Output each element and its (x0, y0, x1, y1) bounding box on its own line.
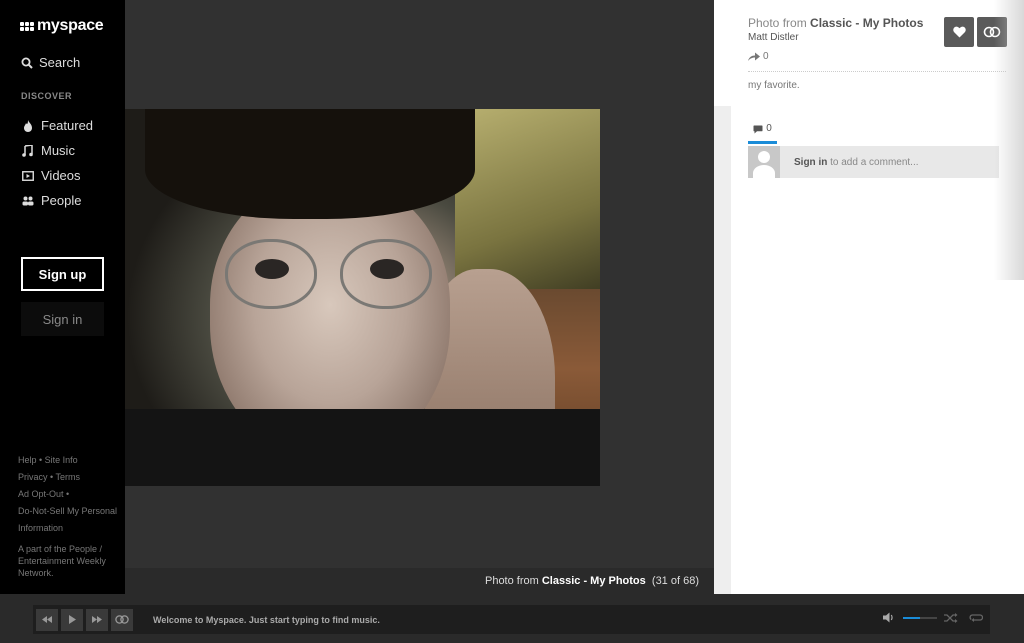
sidebar-item-music[interactable]: Music (21, 138, 93, 163)
tab-comments[interactable]: 0 (748, 123, 777, 144)
share-count: 0 (763, 51, 769, 62)
music-note-icon (22, 144, 33, 157)
connect-player-button[interactable] (111, 608, 133, 631)
comment-bubble-icon (753, 125, 763, 134)
help-link[interactable]: Help (18, 455, 37, 465)
sidebar-item-label: Featured (41, 118, 94, 133)
people-icon (22, 196, 33, 205)
discover-nav: Featured Music Videos People (21, 113, 93, 213)
sidebar-item-label: Music (41, 143, 75, 158)
do-not-sell-link[interactable]: Do-Not-Sell My Personal Information (18, 506, 117, 533)
share-arrow-icon (748, 52, 760, 61)
search-icon (21, 57, 33, 69)
music-player: Welcome to Myspace. Just start typing to… (0, 594, 1024, 643)
panel-edge-shadow (994, 0, 1024, 280)
player-controls: Welcome to Myspace. Just start typing to… (33, 605, 990, 634)
logo-icon (20, 21, 34, 31)
previous-button[interactable] (36, 608, 58, 631)
repeat-icon[interactable] (969, 612, 983, 624)
next-button[interactable] (86, 608, 108, 631)
site-info-link[interactable]: Site Info (45, 455, 78, 465)
play-icon (68, 615, 76, 624)
heart-icon (952, 26, 966, 38)
play-button[interactable] (61, 608, 83, 631)
sidebar-item-people[interactable]: People (21, 188, 93, 213)
photo-details-panel: Photo from Classic - My Photos Matt Dist… (714, 0, 1024, 594)
photo-title-prefix: Photo from (748, 16, 807, 30)
fast-forward-icon (92, 616, 102, 623)
footer-links: Help • Site Info Privacy • Terms Ad Opt-… (18, 455, 118, 533)
ad-opt-out-link[interactable]: Ad Opt-Out (18, 489, 64, 499)
sign-in-button[interactable]: Sign in (21, 302, 104, 336)
logo-text: myspace (37, 17, 104, 34)
page: myspace Search DISCOVER Featured Music V… (0, 0, 1024, 643)
network-note: A part of the People / Entertainment Wee… (18, 544, 106, 578)
comments-area (731, 106, 1024, 594)
player-message: Welcome to Myspace. Just start typing to… (153, 614, 380, 625)
divider (748, 71, 1006, 72)
share-button[interactable]: 0 (748, 51, 769, 62)
comment-sign-in-link[interactable]: Sign in (794, 157, 827, 168)
sidebar-item-label: Videos (41, 168, 81, 183)
myspace-logo[interactable]: myspace (20, 17, 104, 35)
comment-prompt-text: to add a comment... (830, 156, 919, 168)
discover-heading: DISCOVER (21, 91, 73, 101)
caption-album-link[interactable]: Classic - My Photos (542, 575, 646, 587)
sidebar-item-featured[interactable]: Featured (21, 113, 93, 138)
caption-prefix: Photo from (484, 575, 539, 587)
comment-prompt: Sign in to add a comment... (794, 157, 919, 168)
sidebar-item-videos[interactable]: Videos (21, 163, 93, 188)
video-icon (21, 170, 34, 181)
volume-slider[interactable] (903, 616, 937, 619)
like-button[interactable] (944, 17, 974, 47)
sidebar-item-label: People (41, 193, 82, 208)
photo-description: my favorite. (748, 80, 800, 91)
search-nav-item[interactable]: Search (21, 55, 80, 70)
photo-viewer: Photo from Classic - My Photos (31 of 68… (125, 0, 714, 594)
photo-author-link[interactable]: Matt Distler (748, 32, 799, 43)
volume-control[interactable] (883, 612, 937, 623)
caption-count: (31 of 68) (651, 575, 699, 587)
privacy-link[interactable]: Privacy (18, 472, 48, 482)
search-label: Search (39, 55, 81, 70)
connect-rings-icon (115, 615, 129, 624)
terms-link[interactable]: Terms (56, 472, 81, 482)
flame-icon (23, 119, 32, 132)
rewind-icon (42, 616, 52, 623)
speaker-icon (883, 612, 893, 623)
photo-title: Photo from Classic - My Photos (748, 16, 923, 30)
photo-album-link[interactable]: Classic - My Photos (810, 16, 923, 30)
comment-count: 0 (766, 123, 772, 134)
shuffle-icon[interactable] (944, 612, 958, 624)
sidebar: myspace Search DISCOVER Featured Music V… (0, 0, 125, 594)
avatar (748, 146, 780, 178)
sign-up-button[interactable]: Sign up (21, 257, 104, 291)
photo-caption: Photo from Classic - My Photos (31 of 68… (485, 575, 699, 587)
volume-fill (903, 616, 920, 619)
photo-image[interactable] (125, 109, 600, 486)
comment-box[interactable]: Sign in to add a comment... (748, 146, 999, 178)
